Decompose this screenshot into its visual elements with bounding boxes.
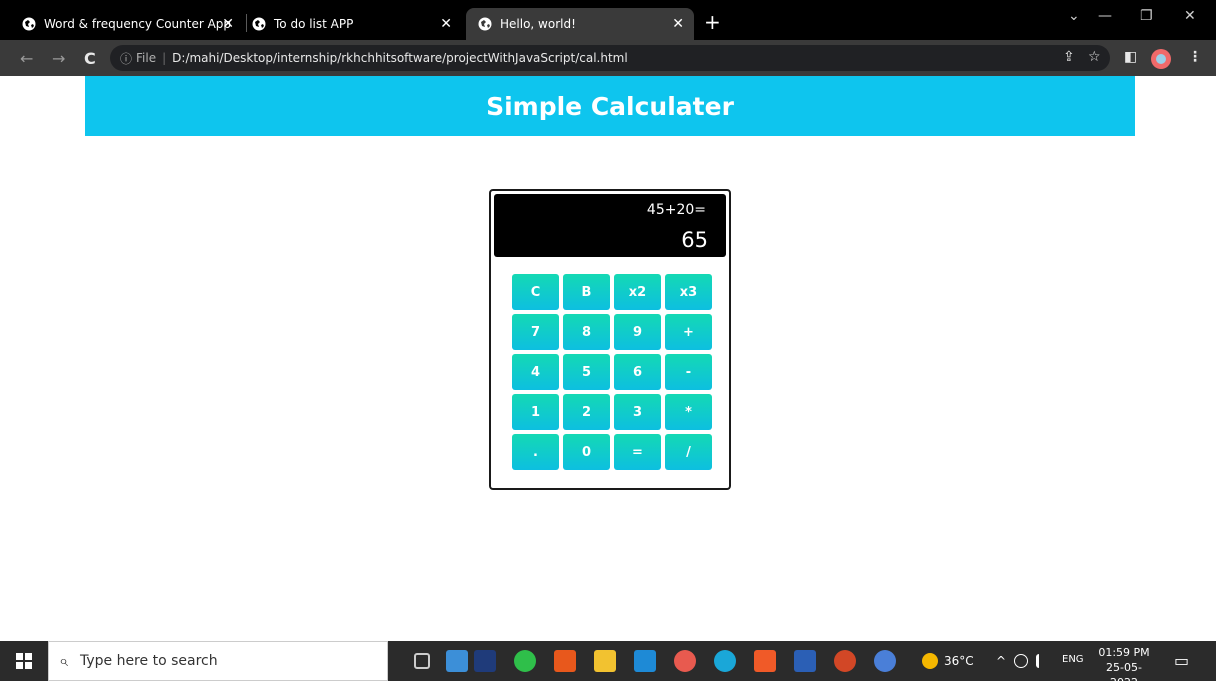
tab-separator xyxy=(246,14,247,32)
tab-hello-world-active[interactable]: Hello, world! ✕ xyxy=(466,8,694,40)
share-icon[interactable]: ⇪ xyxy=(1063,49,1075,65)
key-3[interactable]: 3 xyxy=(614,394,661,430)
menu-dots-icon[interactable]: ⋮ xyxy=(1188,49,1202,65)
key-4[interactable]: 4 xyxy=(512,354,559,390)
clock-time: 01:59 PM xyxy=(1098,646,1150,659)
key-multiply[interactable]: * xyxy=(665,394,712,430)
key-decimal[interactable]: . xyxy=(512,434,559,470)
key-plus[interactable]: + xyxy=(665,314,712,350)
tab-title: Hello, world! xyxy=(500,17,576,31)
weather-icon[interactable] xyxy=(922,653,938,669)
tab-close-icon[interactable]: ✕ xyxy=(222,16,234,32)
calculator-display: 45+20= 65 xyxy=(494,194,726,257)
browser-tab-strip: Word & frequency Counter App ✕ To do lis… xyxy=(0,0,1216,40)
page-title: Simple Calculater xyxy=(486,91,734,121)
windows-start-icon[interactable] xyxy=(16,653,32,669)
globe-icon xyxy=(22,17,36,31)
key-minus[interactable]: - xyxy=(665,354,712,390)
browser-toolbar: ← → C ⓘ File | D:/mahi/Desktop/internshi… xyxy=(0,40,1216,76)
tray-chevron-icon[interactable]: ^ xyxy=(996,654,1006,668)
weather-temperature[interactable]: 36°C xyxy=(944,654,974,668)
whatsapp-icon[interactable] xyxy=(514,650,536,672)
volume-icon[interactable] xyxy=(1036,654,1048,668)
task-view-icon[interactable] xyxy=(414,653,430,669)
page-header: Simple Calculater xyxy=(85,76,1135,136)
key-5[interactable]: 5 xyxy=(563,354,610,390)
mail-app-icon[interactable] xyxy=(446,650,468,672)
tab-close-icon[interactable]: ✕ xyxy=(440,16,452,32)
key-backspace[interactable]: B xyxy=(563,274,610,310)
network-icon[interactable] xyxy=(1014,654,1028,668)
key-6[interactable]: 6 xyxy=(614,354,661,390)
office-icon[interactable] xyxy=(554,650,576,672)
key-1[interactable]: 1 xyxy=(512,394,559,430)
expression-text: 45+20= xyxy=(646,202,706,218)
close-window-button[interactable]: ✕ xyxy=(1184,8,1196,24)
globe-icon xyxy=(252,17,266,31)
tab-word-frequency[interactable]: Word & frequency Counter App ✕ xyxy=(22,8,244,40)
back-button[interactable]: ← xyxy=(20,49,33,68)
address-bar[interactable]: ⓘ File | D:/mahi/Desktop/internship/rkhc… xyxy=(110,45,1110,71)
bookmark-star-icon[interactable]: ☆ xyxy=(1088,49,1101,65)
taskbar-search-box[interactable]: ⌕ Type here to search xyxy=(48,641,388,681)
key-cube[interactable]: x3 xyxy=(665,274,712,310)
calculator: 45+20= 65 C B x2 x3 7 8 9 + 4 5 6 - 1 2 … xyxy=(489,189,731,490)
key-divide[interactable]: / xyxy=(665,434,712,470)
result-text: 65 xyxy=(681,228,708,252)
info-icon[interactable]: ⓘ xyxy=(120,50,132,67)
address-separator: | xyxy=(162,51,167,65)
tab-title: Word & frequency Counter App xyxy=(44,17,232,31)
search-placeholder: Type here to search xyxy=(79,653,218,669)
vscode-icon[interactable] xyxy=(634,650,656,672)
key-7[interactable]: 7 xyxy=(512,314,559,350)
search-icon: ⌕ xyxy=(59,651,68,670)
key-clear[interactable]: C xyxy=(512,274,559,310)
scheme-label: File xyxy=(136,51,157,65)
windows-taskbar: ⌕ Type here to search 36°C ^ ENG 01:59 P… xyxy=(0,641,1216,689)
forward-button[interactable]: → xyxy=(52,49,65,68)
key-8[interactable]: 8 xyxy=(563,314,610,350)
tab-close-icon[interactable]: ✕ xyxy=(672,16,684,32)
key-square[interactable]: x2 xyxy=(614,274,661,310)
chrome-icon[interactable] xyxy=(674,650,696,672)
edge-icon[interactable] xyxy=(714,650,736,672)
new-tab-button[interactable]: + xyxy=(704,10,721,34)
powerpoint-icon[interactable] xyxy=(834,650,856,672)
language-indicator[interactable]: ENG xyxy=(1062,654,1084,665)
clock-date: 25-05-2022 xyxy=(1106,661,1142,689)
restore-button[interactable]: ❐ xyxy=(1140,8,1153,24)
url-text[interactable]: D:/mahi/Desktop/internship/rkhchhitsoftw… xyxy=(172,51,628,65)
brave-icon[interactable] xyxy=(754,650,776,672)
keypad: C B x2 x3 7 8 9 + 4 5 6 - 1 2 3 * . 0 = … xyxy=(512,274,712,470)
tab-search-chevron-icon[interactable]: ⌄ xyxy=(1068,8,1080,24)
minimize-button[interactable]: — xyxy=(1098,8,1112,24)
help-icon[interactable] xyxy=(874,650,896,672)
profile-avatar[interactable] xyxy=(1151,49,1171,69)
key-0[interactable]: 0 xyxy=(563,434,610,470)
reload-button[interactable]: C xyxy=(84,49,96,68)
side-panel-icon[interactable]: ◧ xyxy=(1124,49,1137,65)
key-9[interactable]: 9 xyxy=(614,314,661,350)
key-equals[interactable]: = xyxy=(614,434,661,470)
taskbar-clock[interactable]: 01:59 PM 25-05-2022 xyxy=(1094,645,1154,690)
tab-title: To do list APP xyxy=(274,17,354,31)
globe-icon xyxy=(478,17,492,31)
file-explorer-icon[interactable] xyxy=(594,650,616,672)
tab-todo-list[interactable]: To do list APP ✕ xyxy=(252,8,462,40)
key-2[interactable]: 2 xyxy=(563,394,610,430)
word-icon[interactable] xyxy=(794,650,816,672)
dev-app-icon[interactable] xyxy=(474,650,496,672)
notification-icon[interactable]: ▭ xyxy=(1174,651,1189,670)
